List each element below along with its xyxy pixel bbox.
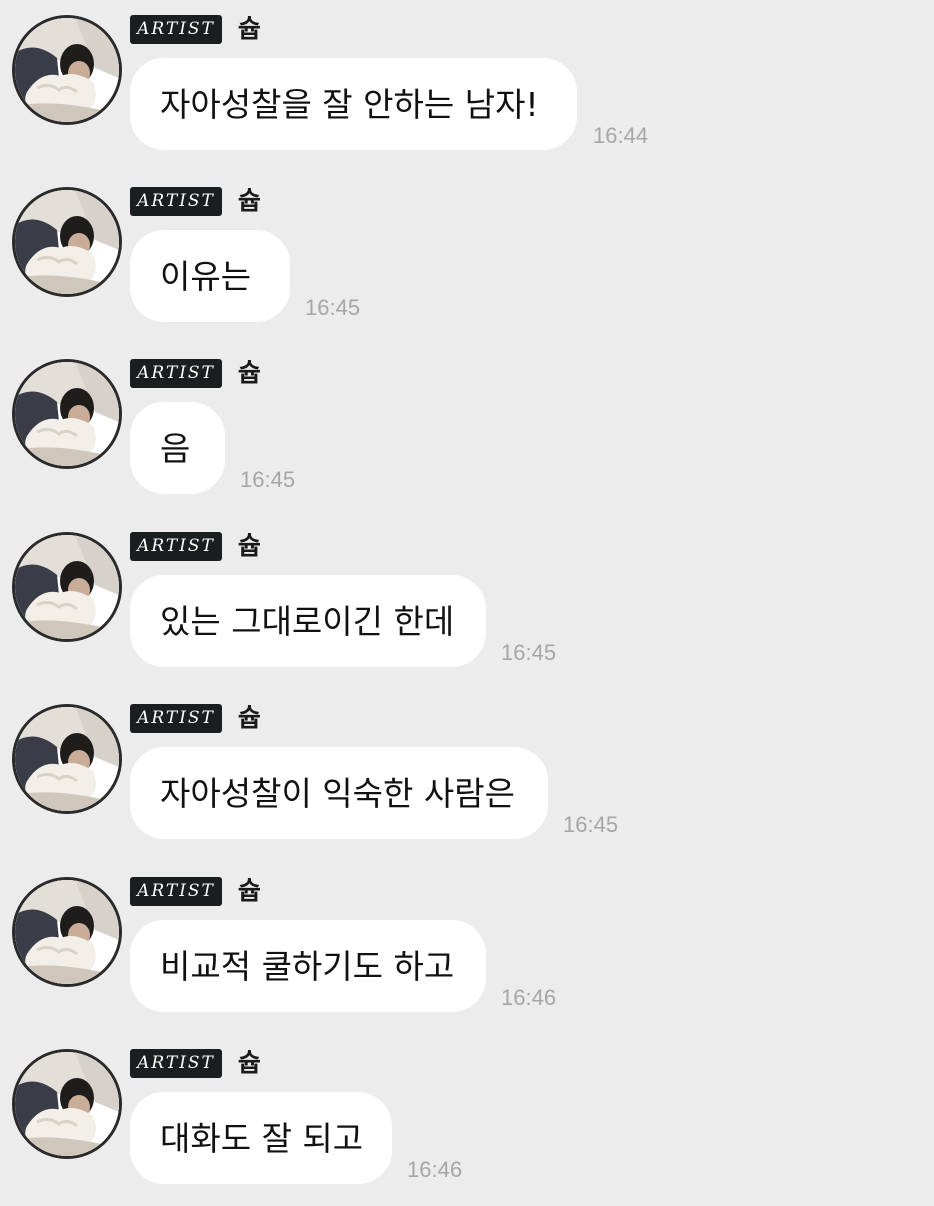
message-text: 대화도 잘 되고	[160, 1118, 364, 1158]
message-bubble[interactable]: 음	[130, 402, 225, 494]
artist-badge-label: ARTIST	[137, 363, 215, 383]
avatar-photo-icon	[15, 707, 119, 811]
chat-message: ARTIST 슙 있는 그대로이긴 한데 16:45	[0, 517, 934, 689]
artist-badge-label: ARTIST	[137, 1053, 215, 1073]
sender-avatar[interactable]	[12, 187, 122, 297]
avatar-photo-icon	[15, 1052, 119, 1156]
message-bubble[interactable]: 있는 그대로이긴 한데	[130, 575, 486, 667]
chat-message: ARTIST 슙 이유는 16:45	[0, 172, 934, 344]
message-text: 자아성찰이 익숙한 사람은	[160, 773, 515, 813]
sender-name: 슙	[238, 531, 262, 560]
artist-badge: ARTIST	[130, 877, 222, 906]
message-bubble[interactable]: 이유는	[130, 230, 290, 322]
artist-badge-label: ARTIST	[137, 881, 215, 901]
avatar-photo-icon	[15, 362, 119, 466]
artist-badge-label: ARTIST	[137, 708, 215, 728]
chat-message: ARTIST 슙 음 16:45	[0, 344, 934, 516]
chat-message: ARTIST 슙 비교적 쿨하기도 하고 16:46	[0, 862, 934, 1034]
sender-avatar[interactable]	[12, 1049, 122, 1159]
chat-message-list[interactable]: ARTIST 슙 자아성찰을 잘 안하는 남자! 16:44 ARTIST 슙 …	[0, 0, 934, 1200]
sender-avatar[interactable]	[12, 704, 122, 814]
sender-name: 슙	[238, 14, 262, 43]
chat-message: ARTIST 슙 대화도 잘 되고 16:46	[0, 1034, 934, 1206]
chat-message: ARTIST 슙 자아성찰을 잘 안하는 남자! 16:44	[0, 0, 934, 172]
sender-name: 슙	[238, 1048, 262, 1077]
chat-message: ARTIST 슙 자아성찰이 익숙한 사람은 16:45	[0, 689, 934, 861]
artist-badge: ARTIST	[130, 15, 222, 44]
avatar-photo-icon	[15, 535, 119, 639]
artist-badge: ARTIST	[130, 187, 222, 216]
avatar-photo-icon	[15, 190, 119, 294]
message-bubble[interactable]: 자아성찰이 익숙한 사람은	[130, 747, 548, 839]
sender-avatar[interactable]	[12, 15, 122, 125]
message-bubble[interactable]: 대화도 잘 되고	[130, 1092, 392, 1184]
message-text: 음	[160, 428, 191, 468]
sender-name: 슙	[238, 703, 262, 732]
artist-badge-label: ARTIST	[137, 191, 215, 211]
artist-badge: ARTIST	[130, 704, 222, 733]
message-time: 16:45	[501, 640, 557, 665]
message-bubble[interactable]: 자아성찰을 잘 안하는 남자!	[130, 58, 577, 150]
artist-badge-label: ARTIST	[137, 19, 215, 39]
artist-badge: ARTIST	[130, 1049, 222, 1078]
sender-name: 슙	[238, 876, 262, 905]
message-text: 있는 그대로이긴 한데	[160, 601, 455, 641]
message-bubble[interactable]: 비교적 쿨하기도 하고	[130, 920, 486, 1012]
message-text: 비교적 쿨하기도 하고	[160, 946, 455, 986]
sender-name: 슙	[238, 186, 262, 215]
artist-badge: ARTIST	[130, 359, 222, 388]
message-time: 16:46	[501, 985, 557, 1010]
message-time: 16:45	[305, 295, 361, 320]
message-text: 이유는	[160, 256, 252, 296]
message-time: 16:45	[240, 467, 296, 492]
avatar-photo-icon	[15, 880, 119, 984]
sender-avatar[interactable]	[12, 359, 122, 469]
sender-avatar[interactable]	[12, 877, 122, 987]
artist-badge: ARTIST	[130, 532, 222, 561]
message-time: 16:45	[563, 812, 619, 837]
sender-avatar[interactable]	[12, 532, 122, 642]
artist-badge-label: ARTIST	[137, 536, 215, 556]
avatar-photo-icon	[15, 18, 119, 122]
message-time: 16:46	[407, 1157, 463, 1182]
message-text: 자아성찰을 잘 안하는 남자!	[160, 84, 539, 124]
message-time: 16:44	[593, 123, 649, 148]
sender-name: 슙	[238, 358, 262, 387]
